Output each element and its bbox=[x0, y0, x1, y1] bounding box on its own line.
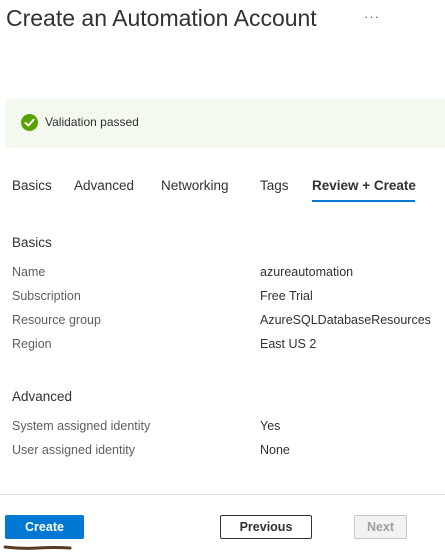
footer-divider bbox=[0, 494, 445, 495]
field-value-user-identity: None bbox=[260, 443, 290, 457]
validation-banner: Validation passed bbox=[6, 98, 445, 148]
section-heading-advanced: Advanced bbox=[12, 389, 73, 404]
annotation-underline bbox=[3, 545, 72, 550]
next-button[interactable]: Next bbox=[354, 515, 407, 539]
tab-advanced[interactable]: Advanced bbox=[74, 178, 134, 193]
more-options-icon[interactable]: ··· bbox=[364, 9, 380, 24]
tab-basics[interactable]: Basics bbox=[12, 178, 52, 193]
active-tab-indicator bbox=[312, 200, 415, 202]
field-label-system-identity: System assigned identity bbox=[12, 419, 151, 433]
validation-message: Validation passed bbox=[45, 115, 139, 129]
field-value-subscription: Free Trial bbox=[260, 289, 313, 303]
field-label-user-identity: User assigned identity bbox=[12, 443, 135, 457]
field-label-subscription: Subscription bbox=[12, 289, 81, 303]
create-button[interactable]: Create bbox=[5, 515, 84, 539]
field-value-name: azureautomation bbox=[260, 265, 354, 279]
field-value-system-identity: Yes bbox=[260, 419, 281, 433]
page-title: Create an Automation Account bbox=[6, 5, 317, 31]
field-value-region: East US 2 bbox=[260, 337, 317, 351]
tab-networking[interactable]: Networking bbox=[161, 178, 229, 193]
section-heading-basics: Basics bbox=[12, 235, 52, 250]
previous-button[interactable]: Previous bbox=[220, 515, 312, 539]
success-check-icon bbox=[21, 114, 38, 131]
tab-review-create[interactable]: Review + Create bbox=[312, 178, 416, 193]
field-label-region: Region bbox=[12, 337, 52, 351]
field-label-resource-group: Resource group bbox=[12, 313, 101, 327]
tab-tags[interactable]: Tags bbox=[260, 178, 289, 193]
field-label-name: Name bbox=[12, 265, 46, 279]
field-value-resource-group: AzureSQLDatabaseResources bbox=[260, 313, 431, 327]
